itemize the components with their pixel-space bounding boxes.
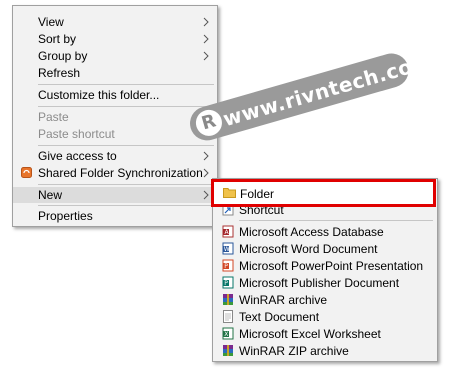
submenu-item-folder[interactable]: Folder xyxy=(211,179,436,207)
menu-item-label: Customize this folder... xyxy=(38,88,160,102)
submenu-item-publisher[interactable]: P Microsoft Publisher Document xyxy=(213,275,437,291)
menu-separator xyxy=(38,184,214,185)
menu-item-label: Give access to xyxy=(38,149,117,163)
menu-item-customize-folder[interactable]: Customize this folder... xyxy=(13,87,217,103)
menu-separator xyxy=(239,220,433,221)
excel-icon: X xyxy=(222,327,234,340)
text-document-icon xyxy=(222,310,234,323)
menu-item-label: Shared Folder Synchronization xyxy=(38,166,203,180)
submenu-item-label: Microsoft Word Document xyxy=(239,242,378,256)
access-icon: A xyxy=(222,225,234,238)
chevron-right-icon xyxy=(201,148,211,164)
word-icon: W xyxy=(222,242,234,255)
menu-item-paste: Paste xyxy=(13,109,217,125)
powerpoint-icon: P xyxy=(222,259,234,272)
menu-item-properties[interactable]: Properties xyxy=(13,208,217,224)
menu-separator xyxy=(38,145,214,146)
menu-item-paste-shortcut: Paste shortcut xyxy=(13,126,217,142)
menu-item-label: Paste xyxy=(38,110,69,124)
submenu-item-winrar[interactable]: WinRAR archive xyxy=(213,292,437,308)
chevron-right-icon xyxy=(201,14,211,30)
menu-item-label: Paste shortcut xyxy=(38,127,115,141)
submenu-item-text-document[interactable]: Text Document xyxy=(213,309,437,325)
winrar-zip-icon xyxy=(222,344,234,357)
svg-text:P: P xyxy=(224,280,228,287)
submenu-item-word[interactable]: W Microsoft Word Document xyxy=(213,241,437,257)
menu-item-label: Group by xyxy=(38,49,88,63)
menu-item-view[interactable]: View xyxy=(13,14,217,30)
menu-item-sort-by[interactable]: Sort by xyxy=(13,31,217,47)
submenu-item-label: Microsoft PowerPoint Presentation xyxy=(239,259,424,273)
submenu-item-label: Microsoft Publisher Document xyxy=(239,276,400,290)
submenu-item-label: Folder xyxy=(240,187,275,201)
menu-item-label: Refresh xyxy=(38,66,81,80)
menu-item-label: New xyxy=(38,188,63,202)
context-menu: View Sort by Group by Refresh Customize … xyxy=(12,5,218,227)
menu-item-new[interactable]: New xyxy=(13,187,217,203)
menu-separator xyxy=(38,106,214,107)
submenu-item-powerpoint[interactable]: P Microsoft PowerPoint Presentation xyxy=(213,258,437,274)
svg-text:P: P xyxy=(224,263,228,270)
menu-item-label: View xyxy=(38,15,64,29)
menu-item-shared-folder-sync[interactable]: Shared Folder Synchronization xyxy=(13,165,217,181)
submenu-item-label: Microsoft Access Database xyxy=(239,225,384,239)
svg-text:W: W xyxy=(224,246,230,253)
submenu-item-winrar-zip[interactable]: WinRAR ZIP archive xyxy=(213,343,437,359)
submenu-item-label: WinRAR ZIP archive xyxy=(239,344,349,358)
svg-text:X: X xyxy=(224,331,228,338)
folder-icon xyxy=(223,187,236,198)
winrar-icon xyxy=(222,293,234,306)
menu-item-label: Sort by xyxy=(38,32,77,46)
sync-icon xyxy=(21,167,32,178)
submenu-item-label: WinRAR archive xyxy=(239,293,328,307)
submenu-item-label: Microsoft Excel Worksheet xyxy=(239,327,381,341)
submenu-item-access[interactable]: A Microsoft Access Database xyxy=(213,224,437,240)
chevron-right-icon xyxy=(201,165,211,181)
submenu-item-label: Text Document xyxy=(239,310,320,324)
menu-item-label: Properties xyxy=(38,209,93,223)
watermark-text: www.rivntech.com xyxy=(220,48,436,132)
menu-item-give-access[interactable]: Give access to xyxy=(13,148,217,164)
chevron-right-icon xyxy=(201,187,211,203)
submenu-item-excel[interactable]: X Microsoft Excel Worksheet xyxy=(213,326,437,342)
publisher-icon: P xyxy=(222,276,234,289)
menu-separator xyxy=(38,205,214,206)
